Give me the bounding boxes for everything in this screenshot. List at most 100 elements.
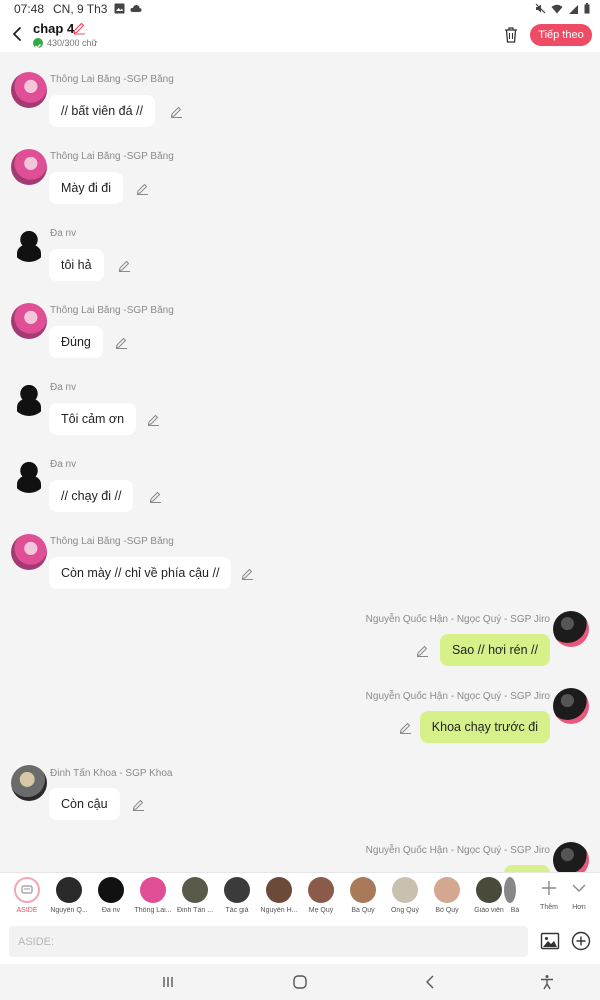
avatar [224,877,250,903]
avatar[interactable] [11,457,47,493]
character-aside[interactable]: ASIDE [6,877,48,914]
image-icon[interactable] [540,931,560,951]
accessibility-icon[interactable] [539,974,555,990]
wifi-icon [551,4,563,13]
message-bubble[interactable]: Còn cậu [49,788,120,820]
back-icon[interactable] [423,974,439,990]
mute-icon [535,3,546,14]
speaker-name: Đinh Tấn Khoa - SGP Khoa [50,768,173,779]
status-bar: 07:48 CN, 9 Th3 [0,0,600,18]
character-label: Nguyễn H... [260,907,298,914]
edit-title-icon[interactable] [72,21,86,35]
avatar[interactable] [11,765,47,801]
speaker-name: Đa nv [50,459,77,470]
next-button[interactable]: Tiếp theo [530,24,592,46]
character-label: ASIDE [16,907,38,914]
character-item[interactable]: Đinh Tấn ... [174,877,216,914]
input-row [0,920,600,964]
message-bubble[interactable]: Mày đi đi [49,172,124,204]
speaker-name: Đa nv [50,382,77,393]
avatar [504,877,516,903]
character-label: Thông Lai... [134,907,172,914]
add-circle-icon[interactable] [571,931,591,951]
status-date: CN, 9 Th3 [53,2,108,16]
character-item[interactable]: Ông Quý [384,877,426,914]
pencil-icon[interactable] [399,721,412,734]
trash-icon[interactable] [503,26,519,44]
avatar [56,877,82,903]
character-item[interactable]: Nguyễn H... [258,877,300,914]
character-item[interactable]: Tác giả [216,877,258,914]
pencil-icon[interactable] [147,413,160,426]
character-label: Đinh Tấn ... [176,907,214,914]
chevron-down-icon [572,884,586,892]
system-navbar [0,964,600,1000]
message-bubble[interactable]: // bất viên đá // [49,95,155,127]
aside-icon [14,877,40,903]
message-bubble[interactable]: // chạy đi // [49,480,134,512]
expand-label: Hơn [572,904,586,911]
expand-button[interactable]: Hơn [567,879,591,911]
signal-icon [569,4,578,14]
character-item[interactable]: Mẹ Quý [300,877,342,914]
pencil-icon[interactable] [241,567,254,580]
avatar[interactable] [11,303,47,339]
home-icon[interactable] [292,974,308,990]
character-label: Ông Quý [390,907,419,914]
character-label: Mẹ Quý [308,907,334,914]
character-label: Bà Quý [351,907,375,914]
character-label: Bả [510,907,520,914]
chapter-title: chap 4 [33,21,75,36]
character-item[interactable]: Đa nv [90,877,132,914]
message-bubble[interactable]: Còn mày // chỉ về phía cậu // [49,557,232,589]
more-characters-button[interactable]: Thêm [537,879,561,911]
avatar[interactable] [11,149,47,185]
avatar[interactable] [11,380,47,416]
message-bubble[interactable]: Sao // hơi rén // [439,634,550,666]
avatar [350,877,376,903]
message-bubble[interactable]: Đúng [49,326,103,358]
character-bar: ASIDE Nguyễn Q... Đa nv Thông Lai... Đin… [0,872,600,920]
character-item[interactable]: Bố Quý [426,877,468,914]
avatar[interactable] [11,72,47,108]
avatar [434,877,460,903]
speaker-name: Nguyễn Quốc Hận - Ngọc Quý - SGP Jiro [365,845,550,856]
back-arrow-icon[interactable] [8,23,28,45]
message-bubble[interactable]: Tôi cảm ơn [49,403,137,435]
character-item[interactable]: Bả [504,877,526,914]
check-icon [33,38,43,49]
speaker-name: Nguyễn Quốc Hận - Ngọc Quý - SGP Jiro [365,691,550,702]
pencil-icon[interactable] [118,259,131,272]
pencil-icon[interactable] [170,105,183,118]
character-label: Nguyễn Q... [50,907,88,914]
chapter-header: chap 4 430/300 chữ Tiếp theo [0,18,600,52]
avatar[interactable] [553,611,589,647]
character-item[interactable]: Bà Quý [342,877,384,914]
avatar [182,877,208,903]
character-label: Tác giả [225,907,249,914]
message-bubble[interactable]: Khoa chạy trước đi [419,711,550,743]
avatar[interactable] [553,688,589,724]
character-label: Đa nv [101,907,121,914]
pencil-icon[interactable] [136,182,149,195]
speaker-name: Thông Lai Băng -SGP Băng [50,536,174,547]
word-count: 430/300 chữ [47,38,98,48]
pencil-icon[interactable] [416,644,429,657]
character-item[interactable]: Thông Lai... [132,877,174,914]
plus-icon [542,881,556,895]
avatar [98,877,124,903]
aside-input[interactable] [9,926,528,957]
recent-apps-icon[interactable] [160,974,176,990]
character-item[interactable]: Nguyễn Q... [48,877,90,914]
avatar [140,877,166,903]
avatar[interactable] [11,226,47,262]
avatar[interactable] [11,534,47,570]
battery-icon [584,3,590,14]
pencil-icon[interactable] [149,490,162,503]
speaker-name: Đa nv [50,228,77,239]
pencil-icon[interactable] [115,336,128,349]
image-icon [114,3,125,14]
pencil-icon[interactable] [132,798,145,811]
message-bubble[interactable]: tôi hả [49,249,104,281]
speaker-name: Thông Lai Băng -SGP Băng [50,74,174,85]
